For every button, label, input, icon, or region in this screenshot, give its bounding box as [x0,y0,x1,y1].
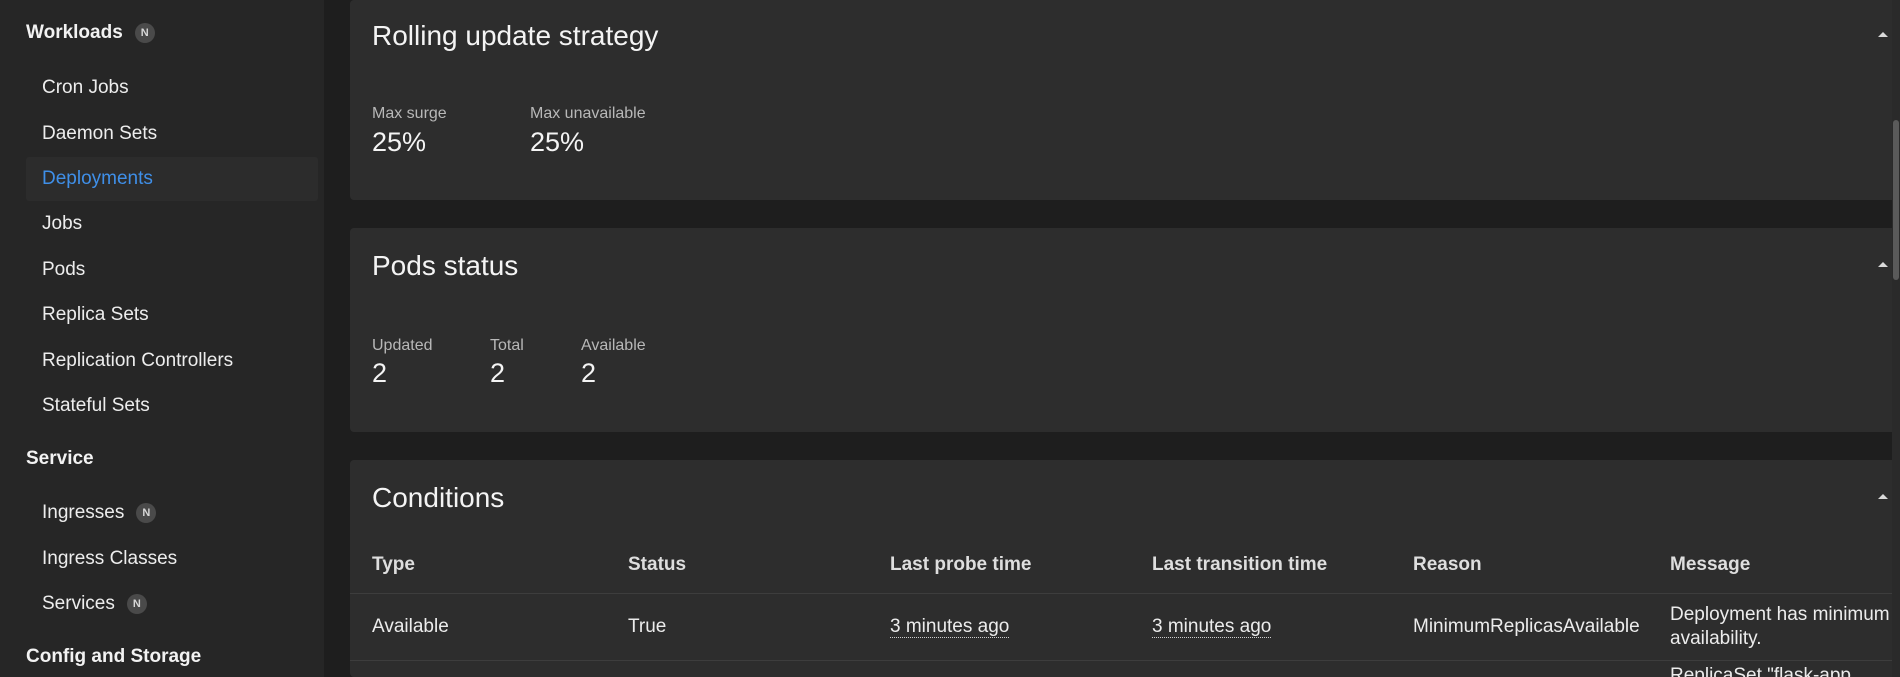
sidebar-item-ingress-classes[interactable]: Ingress Classes [26,537,318,581]
section-service[interactable]: Service [26,448,94,470]
collapse-icon[interactable] [1874,256,1892,274]
collapse-icon[interactable] [1874,26,1892,44]
message-line: Deployment has minimum [1670,604,1890,625]
sidebar-item-label: Services [42,593,115,614]
column-header-type: Type [372,554,415,575]
scrollbar[interactable] [1892,0,1900,677]
new-badge: N [136,503,157,523]
section-workloads-label: Workloads [26,22,123,43]
cell-type: Available [372,616,449,637]
sidebar-item-label: Ingress Classes [42,548,178,569]
collapse-icon[interactable] [1874,488,1892,506]
sidebar-item-daemon-sets[interactable]: Daemon Sets [26,112,318,156]
section-service-label: Service [26,448,94,469]
sidebar-item-deployments[interactable]: Deployments [26,157,318,201]
cell-status: True [628,616,667,637]
available-label: Available [581,337,646,354]
cell-last-transition: 3 minutes ago [1152,616,1272,638]
main-content: Rolling update strategy Max surge 25% Ma… [324,0,1900,677]
section-config-and-storage[interactable]: Config and Storage [26,646,201,668]
cell-last-probe: 3 minutes ago [890,616,1010,638]
max-unavailable-label: Max unavailable [530,105,646,122]
column-header-message: Message [1670,554,1751,575]
conditions-card: Conditions Type Status Last probe time L… [350,460,1900,677]
rolling-update-card: Rolling update strategy Max surge 25% Ma… [350,0,1900,200]
cell-message: Deployment has minimum availability. [1670,604,1890,650]
updated-label: Updated [372,337,433,354]
divider [350,660,1900,661]
section-config-label: Config and Storage [26,646,202,667]
sidebar-item-label: Daemon Sets [42,123,158,144]
max-surge-value: 25% [372,127,427,157]
sidebar-item-label: Deployments [42,168,153,189]
column-header-status: Status [628,554,687,575]
scrollbar-thumb[interactable] [1893,120,1899,280]
column-header-reason: Reason [1413,554,1482,575]
total-label: Total [490,337,524,354]
sidebar-item-jobs[interactable]: Jobs [26,202,318,246]
max-unavailable-value: 25% [530,127,585,157]
available-value: 2 [581,358,597,388]
sidebar-item-pods[interactable]: Pods [26,248,318,292]
sidebar-item-ingresses[interactable]: Ingresses N [26,491,318,535]
column-header-last-probe: Last probe time [890,554,1032,575]
max-surge-label: Max surge [372,105,447,122]
total-value: 2 [490,358,506,388]
sidebar-item-label: Jobs [42,213,83,234]
message-line: availability. [1670,628,1762,649]
sidebar-item-cron-jobs[interactable]: Cron Jobs [26,66,318,110]
sidebar-item-services[interactable]: Services N [26,582,318,626]
sidebar-item-label: Ingresses [42,502,125,523]
column-header-last-transition: Last transition time [1152,554,1328,575]
last-probe-time[interactable]: 3 minutes ago [890,616,1010,638]
sidebar-item-label: Stateful Sets [42,395,150,416]
pods-status-card: Pods status Updated 2 Total 2 Available … [350,228,1900,432]
sidebar: Workloads N Cron Jobs Daemon Sets Deploy… [0,0,324,677]
card-title: Rolling update strategy [372,20,659,51]
last-transition-time[interactable]: 3 minutes ago [1152,616,1272,638]
divider [350,593,1900,594]
new-badge: N [126,594,147,614]
sidebar-item-stateful-sets[interactable]: Stateful Sets [26,384,318,428]
cell-message-partial: ReplicaSet "flask-app [1670,665,1852,677]
sidebar-item-label: Replication Controllers [42,350,234,371]
card-title: Conditions [372,482,505,513]
card-title: Pods status [372,250,519,281]
sidebar-item-replica-sets[interactable]: Replica Sets [26,293,318,337]
new-badge: N [134,23,155,43]
cell-reason: MinimumReplicasAvailable [1413,616,1640,637]
sidebar-item-label: Pods [42,259,86,280]
sidebar-item-replication-controllers[interactable]: Replication Controllers [26,339,318,383]
sidebar-item-label: Cron Jobs [42,77,129,98]
section-workloads[interactable]: Workloads N [26,22,155,44]
updated-value: 2 [372,358,388,388]
sidebar-item-label: Replica Sets [42,304,149,325]
